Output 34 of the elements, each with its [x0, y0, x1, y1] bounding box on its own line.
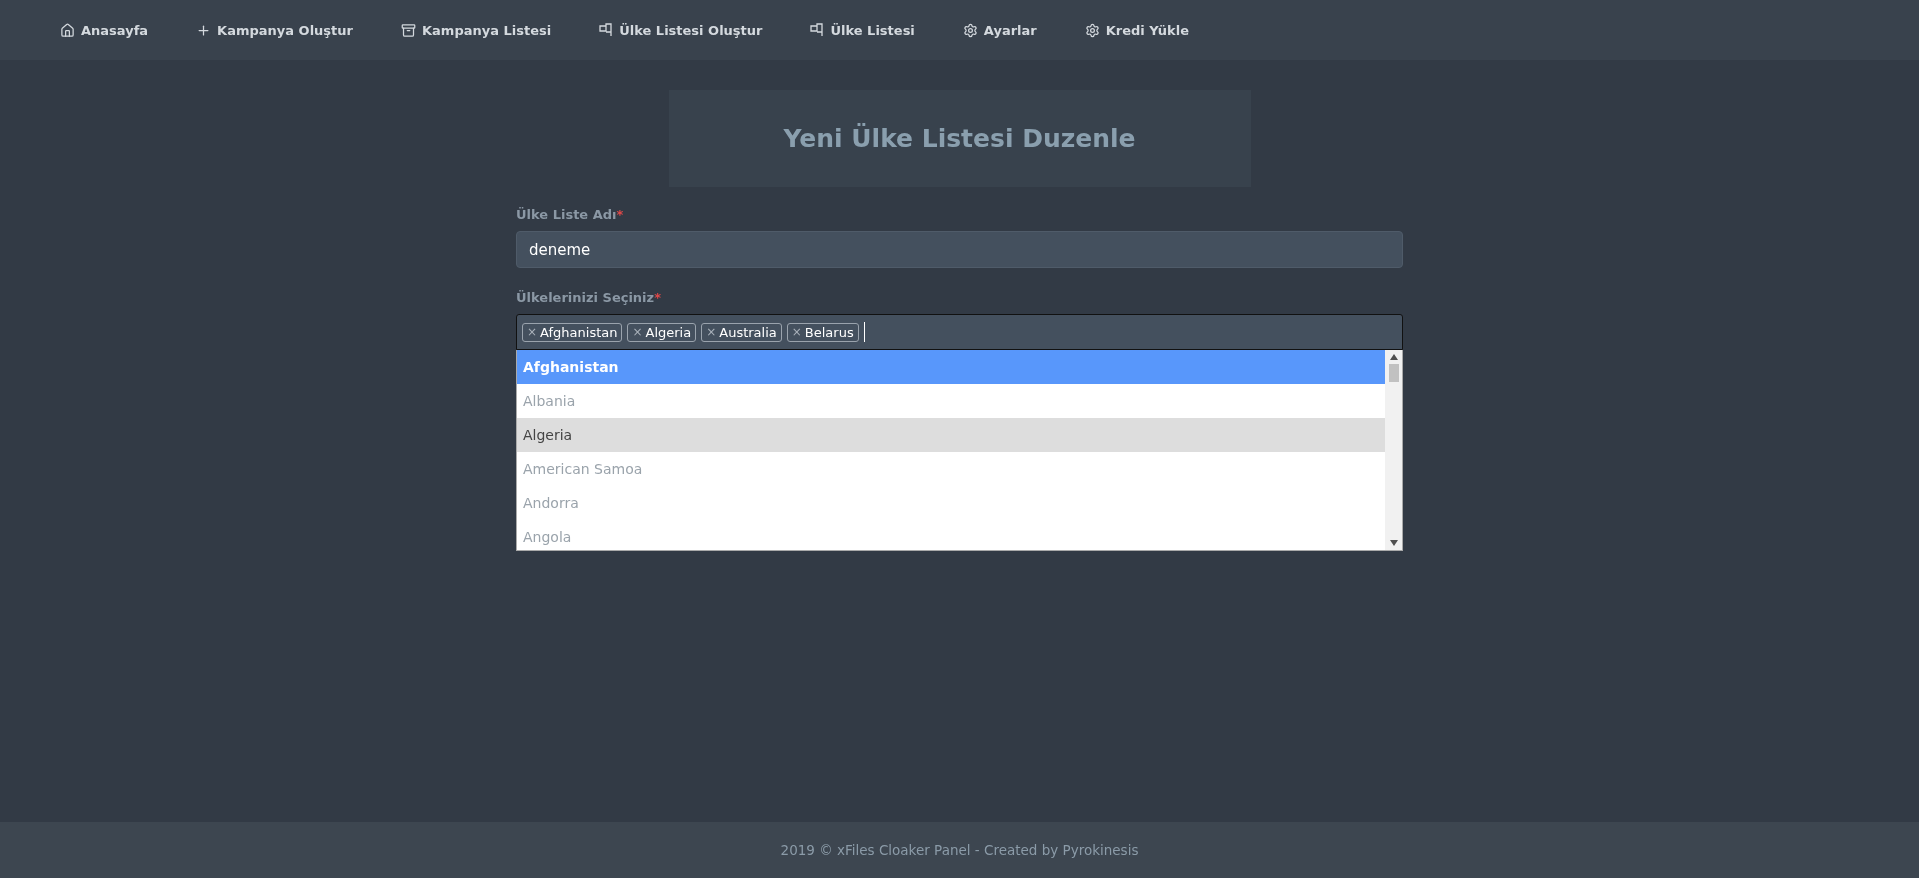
tag-label: Afghanistan — [540, 324, 618, 340]
field-label: Ülkelerinizi Seçiniz* — [516, 290, 662, 305]
scrollbar[interactable] — [1385, 350, 1402, 550]
nav-link[interactable]: Kampanya Oluştur — [196, 22, 353, 38]
nav-link[interactable]: Kredi Yükle — [1084, 22, 1189, 38]
tag-label: Algeria — [645, 324, 692, 340]
scroll-down-icon[interactable] — [1389, 540, 1398, 546]
remove-tag-button[interactable]: × — [791, 325, 802, 339]
plus-icon — [196, 22, 212, 38]
nav-link[interactable]: Kampanya Listesi — [401, 22, 552, 38]
nav-link[interactable]: Ülke Listesi — [810, 22, 915, 38]
remove-tag-button[interactable]: × — [632, 325, 643, 339]
remove-tag-button[interactable]: × — [527, 325, 538, 339]
scroll-up-icon[interactable] — [1389, 354, 1398, 360]
tag-label: Australia — [719, 324, 777, 340]
nav-link[interactable]: Ülke Listesi Oluştur — [599, 22, 763, 38]
flag-icon — [599, 23, 614, 37]
settings-icon — [962, 22, 978, 38]
archive-box-icon — [401, 22, 416, 38]
footer-text: 2019 © xFiles Cloaker Panel - Created by Pyrokinesis — [780, 842, 1139, 858]
text-cursor — [863, 322, 865, 342]
nav-link[interactable]: Ayarlar — [962, 22, 1037, 38]
tag-label: Belarus — [804, 324, 854, 340]
multi-select-field[interactable]: × Afghanistan × Algeria × Australia × Belarus — [516, 314, 1403, 350]
home-icon — [60, 22, 75, 38]
dropdown-option[interactable]: Algeria — [517, 418, 1385, 452]
field-label: Ülke Liste Adı* — [516, 207, 625, 222]
settings-icon — [1084, 22, 1100, 38]
input-field[interactable]: deneme — [516, 231, 1403, 268]
nav-link[interactable]: Anasayfa — [60, 22, 149, 38]
flag-icon — [810, 23, 825, 37]
remove-tag-button[interactable]: × — [706, 325, 717, 339]
scrollbar-thumb[interactable] — [1388, 364, 1399, 382]
page-title: Yeni Ülke Listesi Duzenle — [783, 124, 1136, 153]
